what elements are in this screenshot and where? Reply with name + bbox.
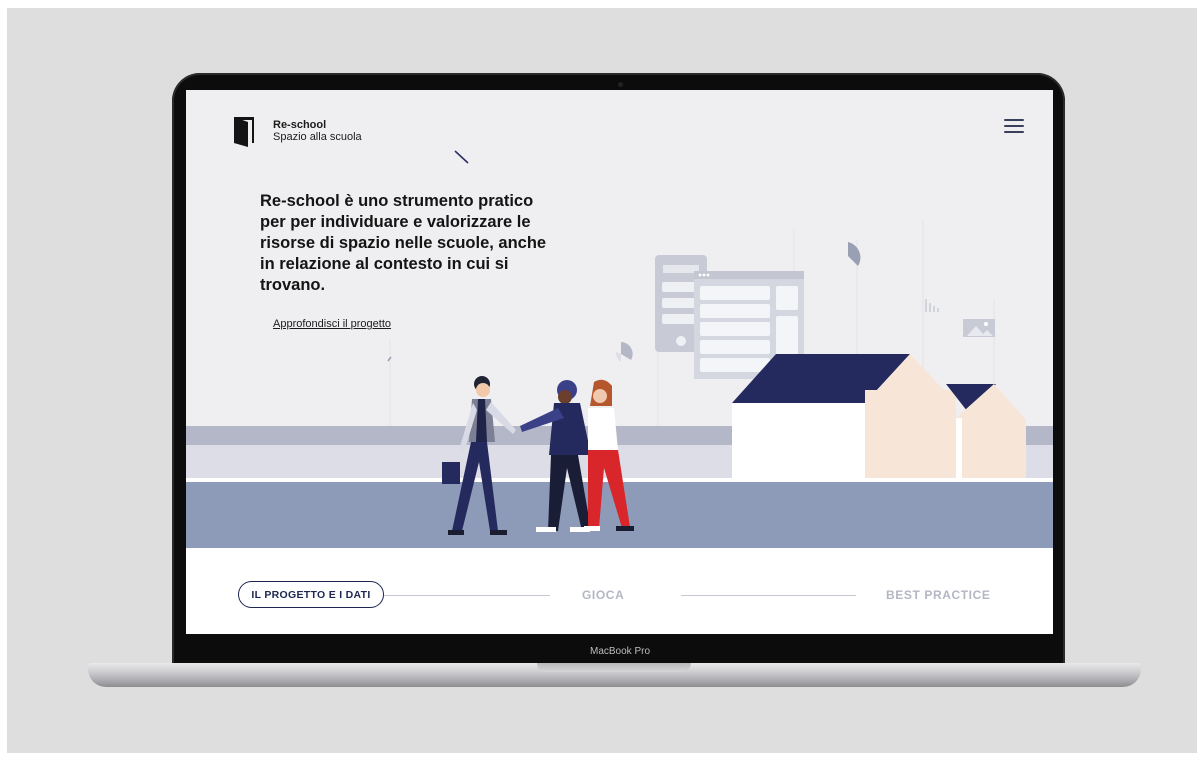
brand-tagline: Spazio alla scuola [273,131,362,143]
brand-name[interactable]: Re-school [273,119,326,131]
nav-item-best-practice[interactable]: BEST PRACTICE [886,588,990,602]
learn-more-link[interactable]: Approfondisci il progetto [273,318,391,330]
nav-item-gioca[interactable]: GIOCA [582,588,624,602]
section-nav: IL PROGETTO E I DATI GIOCA BEST PRACTICE [186,548,1053,634]
nav-divider [681,595,856,596]
hero-headline: Re-school è uno strumento pratico per pe… [260,192,547,294]
nav-divider [384,595,550,596]
device-label: MacBook Pro [589,646,651,657]
door-logo-icon[interactable] [234,117,254,147]
laptop-screen: Re-school Spazio alla scuola Re-school è… [186,90,1053,634]
hamburger-menu-icon[interactable] [1004,119,1024,133]
camera [618,82,623,87]
laptop-notch [537,663,691,672]
nav-item-progetto[interactable]: IL PROGETTO E I DATI [238,581,384,608]
